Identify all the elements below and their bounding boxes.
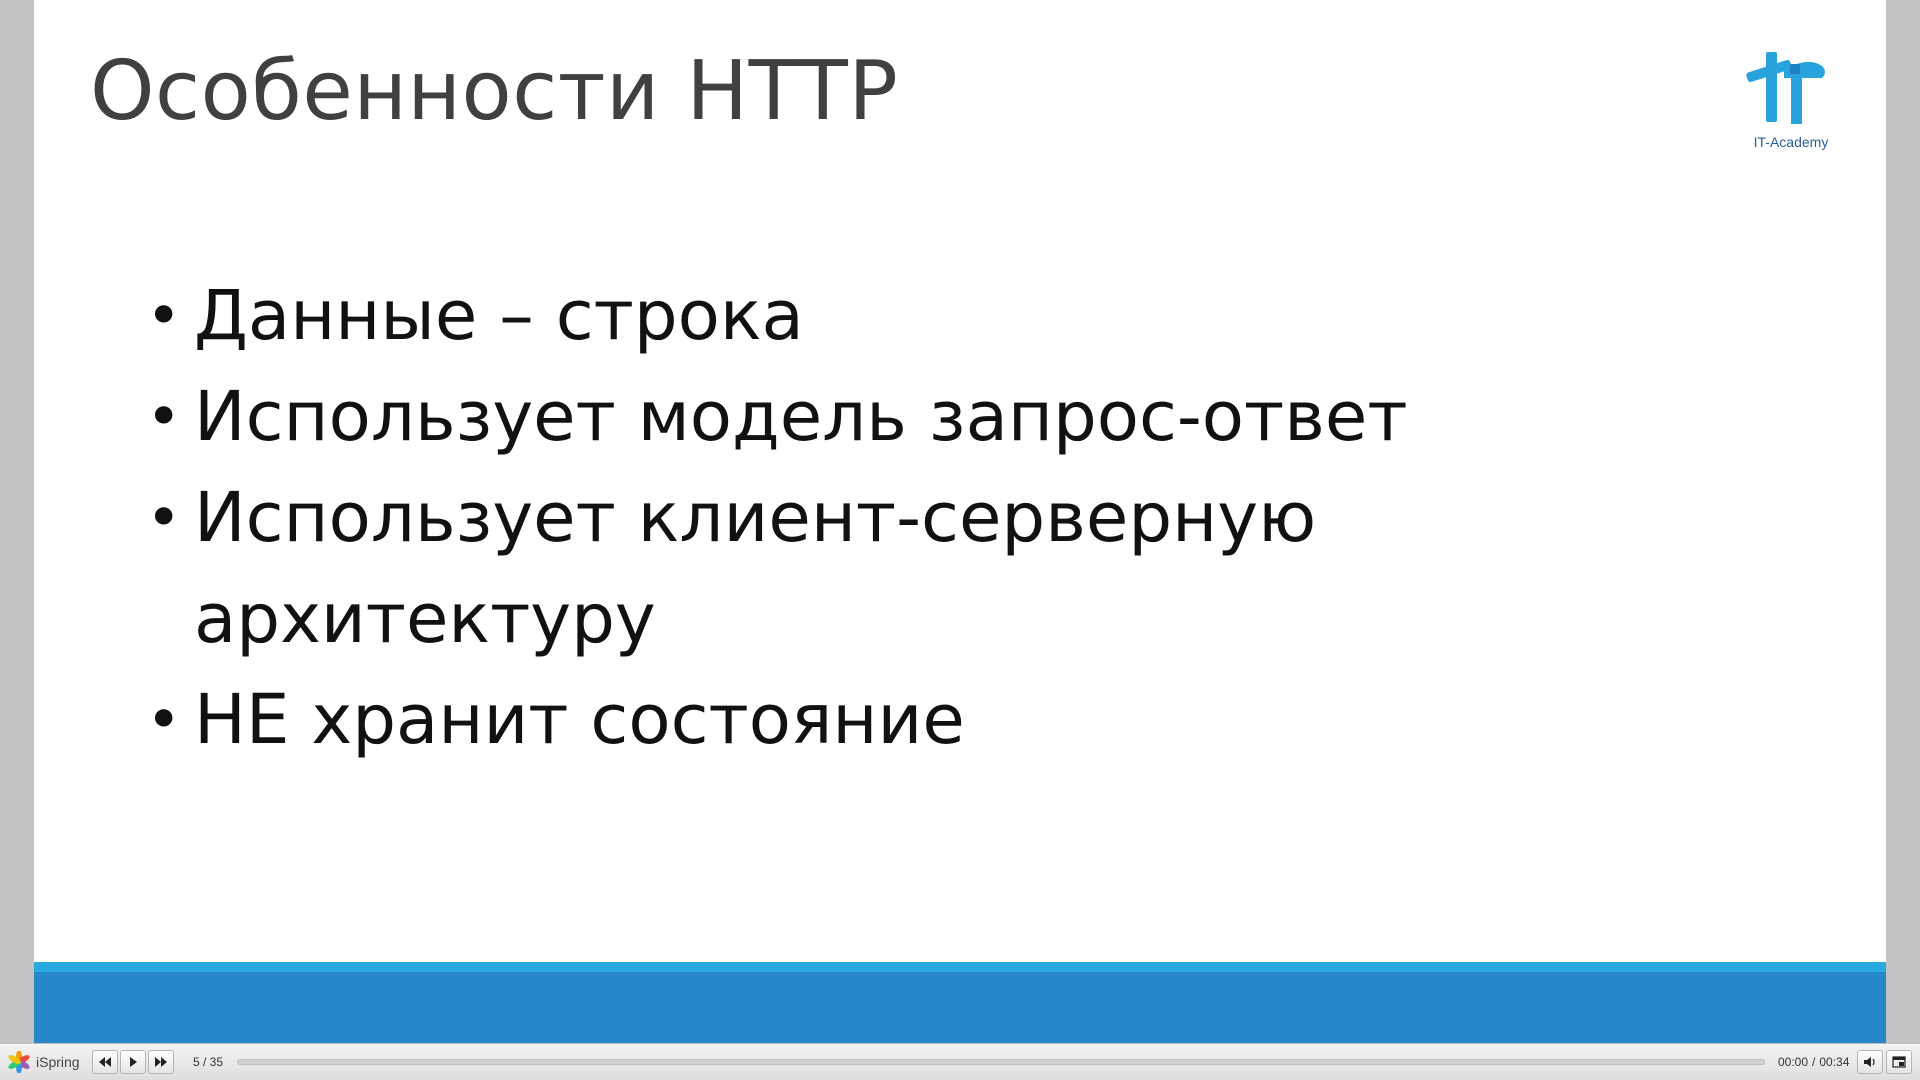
total-time: 00:34 bbox=[1819, 1055, 1850, 1069]
bullet-marker: • bbox=[146, 685, 182, 755]
bullet-text: архитектуру bbox=[194, 579, 656, 659]
bullet-item: • Использует модель запрос-ответ bbox=[146, 367, 1408, 468]
bullet-text: Использует модель запрос-ответ bbox=[194, 377, 1408, 457]
bullet-marker: • bbox=[146, 382, 182, 452]
brand-label: iSpring bbox=[36, 1054, 80, 1070]
seek-bar[interactable] bbox=[237, 1059, 1765, 1065]
footer-accent-line bbox=[34, 962, 1886, 972]
previous-slide-button[interactable] bbox=[92, 1050, 118, 1074]
footer-band bbox=[34, 972, 1886, 1043]
ispring-flower-icon bbox=[8, 1051, 30, 1073]
next-slide-button[interactable] bbox=[148, 1050, 174, 1074]
bullet-continuation: архитектуру bbox=[146, 569, 1408, 670]
presentation-slide: Особенности HTTP IT-Academy • Данные – с… bbox=[34, 0, 1886, 1043]
play-icon bbox=[130, 1057, 137, 1067]
layout-toggle-icon bbox=[1892, 1056, 1906, 1068]
current-time: 00:00 bbox=[1778, 1055, 1809, 1069]
bullet-marker: • bbox=[146, 281, 182, 351]
bullet-text: НЕ хранит состояние bbox=[194, 680, 965, 760]
fast-forward-icon bbox=[155, 1057, 167, 1067]
bullet-marker: • bbox=[146, 483, 182, 553]
speaker-icon bbox=[1864, 1057, 1875, 1067]
bullet-item: • НЕ хранит состояние bbox=[146, 670, 1408, 771]
ispring-brand[interactable]: iSpring bbox=[8, 1051, 80, 1073]
slide-counter: 5 / 35 bbox=[193, 1055, 224, 1069]
player-control-bar: iSpring 5 / 35 00:00/00:34 bbox=[0, 1043, 1920, 1080]
bullet-list: • Данные – строка • Использует модель за… bbox=[146, 266, 1408, 771]
time-separator: / bbox=[1812, 1055, 1816, 1069]
bullet-text: Использует клиент-серверную bbox=[194, 478, 1317, 558]
it-academy-logo-icon bbox=[1746, 52, 1825, 124]
it-academy-logo: IT-Academy bbox=[1736, 48, 1846, 158]
layout-toggle-button[interactable] bbox=[1886, 1050, 1912, 1074]
play-button[interactable] bbox=[120, 1050, 146, 1074]
playback-time: 00:00/00:34 bbox=[1778, 1055, 1849, 1069]
volume-button[interactable] bbox=[1857, 1050, 1883, 1074]
bullet-text: Данные – строка bbox=[194, 276, 804, 356]
bullet-item: • Данные – строка bbox=[146, 266, 1408, 367]
logo-caption: IT-Academy bbox=[1753, 134, 1829, 150]
bullet-item: • Использует клиент-серверную bbox=[146, 468, 1408, 569]
slide-title: Особенности HTTP bbox=[90, 44, 899, 139]
rewind-icon bbox=[99, 1057, 111, 1067]
